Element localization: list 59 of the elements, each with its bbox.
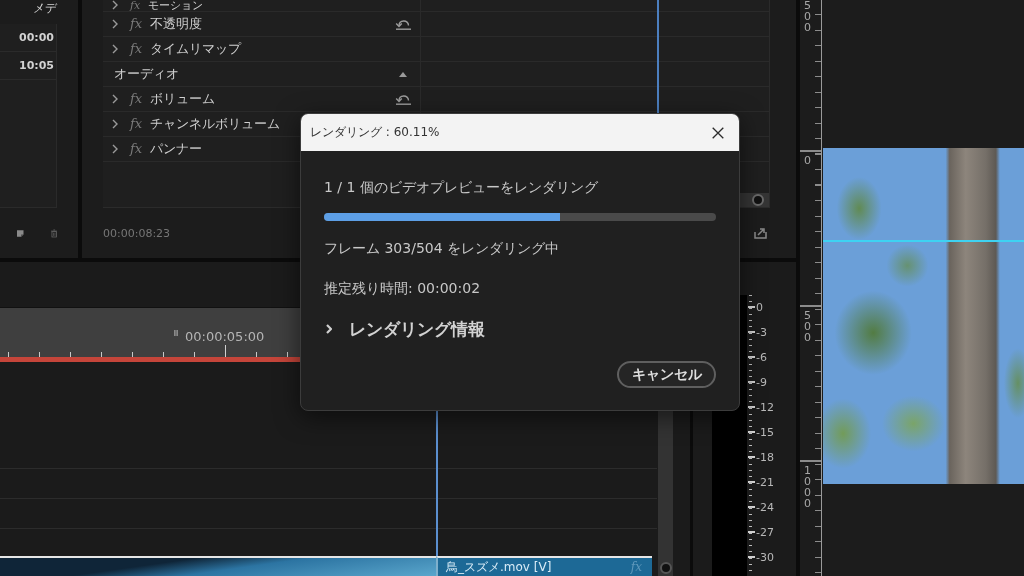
fx-label: fx [130, 17, 143, 31]
effect-name[interactable]: ボリューム [150, 91, 216, 107]
details-toggle[interactable]: レンダリング情報 [324, 318, 485, 340]
section-header[interactable]: オーディオ [112, 66, 179, 82]
reset-icon[interactable] [395, 93, 412, 105]
ruler-label: 0 [804, 155, 811, 166]
fx-label: fx [130, 117, 143, 131]
meter-scale-label: -30 [756, 550, 774, 566]
scroll-handle[interactable] [752, 194, 764, 206]
effect-name[interactable]: タイムリマップ [150, 41, 242, 57]
effect-name[interactable]: モーション [148, 0, 204, 12]
timecode-label: 00:00:08:23 [103, 226, 171, 240]
table-cell: 00:00 [19, 31, 54, 44]
status-text: 1 / 1 個のビデオプレビューをレンダリング [324, 178, 598, 196]
chevron-icon[interactable] [112, 44, 118, 54]
marker-icon [174, 330, 178, 336]
frame-status-text: フレーム 303/504 をレンダリング中 [324, 239, 560, 257]
meter-scale-label: -15 [756, 425, 774, 441]
scroll-handle[interactable] [659, 562, 672, 574]
meter-scale-label: 0 [756, 300, 764, 316]
ruler-label: 1000 [804, 465, 811, 509]
caret-icon[interactable] [399, 71, 407, 77]
chevron-icon[interactable] [112, 144, 118, 154]
meter-scale-label: -21 [756, 475, 774, 491]
meter-scale-label: -3 [756, 325, 768, 341]
meter-scale-label: -12 [756, 400, 774, 416]
reset-icon[interactable] [395, 18, 412, 30]
meter-scale-label: -24 [756, 500, 774, 516]
meter-scale-label: -6 [756, 350, 768, 366]
meter-scale-label: -18 [756, 450, 774, 466]
fx-label: fx [130, 92, 143, 106]
ruler-label: 500 [804, 0, 811, 33]
effect-name[interactable]: 不透明度 [150, 16, 203, 32]
meter-scale-label: -9 [756, 375, 768, 391]
folded-page-icon[interactable] [17, 227, 24, 239]
ruler-label: 500 [804, 310, 811, 343]
chevron-icon[interactable] [112, 19, 118, 29]
effect-name[interactable]: パンナー [150, 141, 203, 157]
clip-name: 鳥_スズメ.mov [V] [446, 559, 552, 575]
effect-name[interactable]: チャンネルボリューム [150, 116, 281, 132]
fx-label: fx [130, 142, 143, 156]
chevron-icon[interactable] [112, 0, 118, 10]
video-clip[interactable]: 鳥_スズメ.mov [V] fx [436, 556, 652, 576]
trash-icon[interactable] [50, 226, 57, 240]
fx-label: fx [630, 560, 642, 574]
chevron-icon[interactable] [112, 94, 118, 104]
meter-scale-label: -27 [756, 525, 774, 541]
cancel-button[interactable]: キャンセル [617, 361, 716, 388]
time-remaining-text: 推定残り時間: 00:00:02 [324, 279, 481, 297]
timecode-label: 00:00:05:00 [185, 329, 265, 345]
chevron-icon[interactable] [326, 324, 332, 334]
table-cell: 10:05 [19, 59, 54, 72]
dialog-title: レンダリング : 60.11% [310, 124, 440, 141]
close-icon [712, 126, 724, 139]
column-header[interactable]: メデ [33, 1, 57, 16]
chevron-icon[interactable] [112, 119, 118, 129]
export-icon[interactable] [754, 227, 767, 239]
fx-label: fx [130, 42, 143, 56]
fx-label: fx [130, 0, 141, 12]
